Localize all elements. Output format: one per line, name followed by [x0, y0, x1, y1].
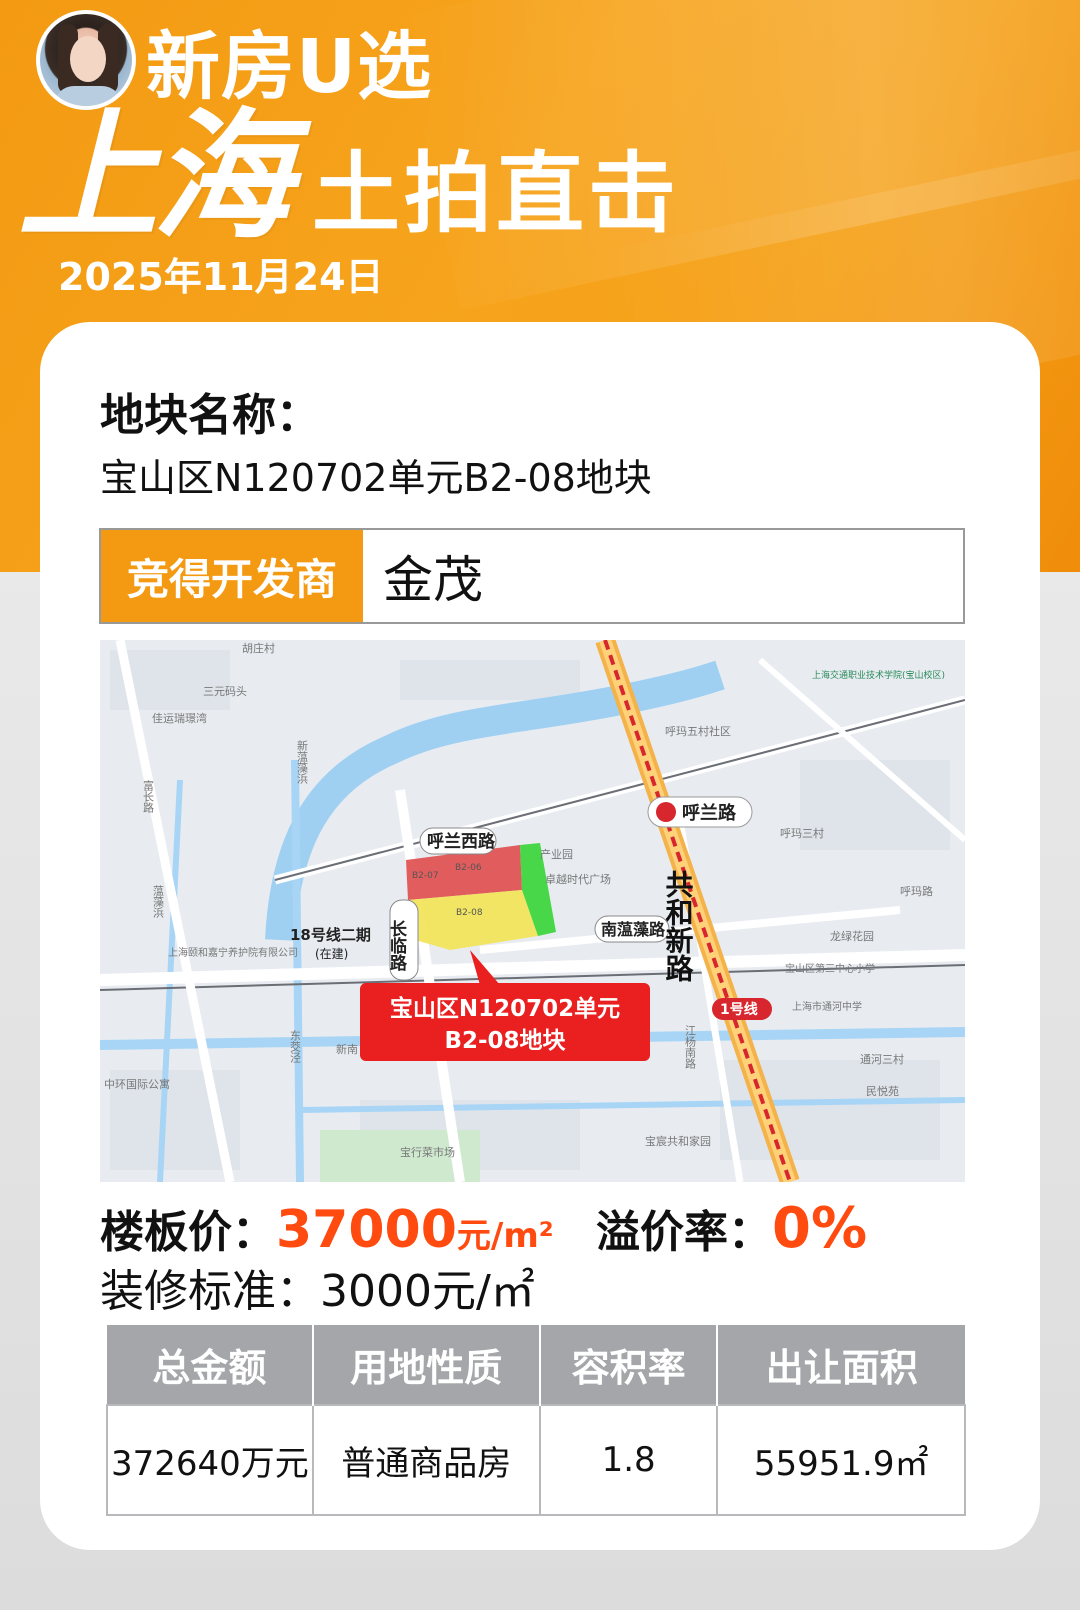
- land-info-table: 总金额 用地性质 容积率 出让面积 372640万元 普通商品房 1.8 559…: [106, 1325, 966, 1516]
- table-header: 用地性质: [312, 1325, 541, 1405]
- map-place-label: 新蕰藻浜: [296, 739, 309, 785]
- floor-price-label: 楼板价：: [100, 1207, 276, 1258]
- map-place-label: 通河三村: [860, 1052, 904, 1066]
- map-place-label: 宝山区第三中心小学: [785, 962, 875, 975]
- premium-label: 溢价率：: [596, 1207, 772, 1258]
- map-place-label: 东茭泾: [289, 1030, 302, 1063]
- map-place-label: 富长路: [142, 779, 155, 814]
- table-header: 容积率: [539, 1325, 719, 1405]
- plot-name-label: 地块名称：: [100, 390, 320, 441]
- map-place-label: 江杨南路: [684, 1025, 697, 1070]
- map-place-label: 民悦苑: [866, 1084, 899, 1098]
- map-place-label: 龙绿花园: [830, 929, 874, 943]
- map-place-label: 佳运瑞璟湾: [152, 711, 207, 725]
- table-cell-total-amount: 372640万元: [106, 1404, 314, 1516]
- map-place-label: 三元码头: [203, 685, 247, 698]
- developer-label: 竞得开发商: [101, 530, 363, 622]
- table-row: 372640万元 普通商品房 1.8 55951.9㎡: [106, 1404, 966, 1516]
- map-road-label: 呼兰西路: [427, 831, 496, 852]
- map-metro-label: 1号线: [720, 1001, 758, 1018]
- city-title: 上海: [18, 96, 292, 259]
- map-place-label: 卓越时代广场: [545, 872, 611, 886]
- map-place-label: 呼玛五村社区: [665, 724, 731, 738]
- map-place-label: 新南: [336, 1042, 358, 1056]
- map-metro-label: (在建): [315, 947, 348, 961]
- map-road-label: 长临路: [386, 919, 407, 972]
- map-parcel-label: B2-07: [412, 871, 439, 881]
- map-place-label: 呼玛路: [900, 885, 933, 898]
- plot-name-value: 宝山区N120702单元B2-08地块: [100, 456, 652, 500]
- developer-value: 金茂: [383, 551, 483, 609]
- map-place-label: 上海市通河中学: [792, 1000, 862, 1013]
- table-cell-land-use: 普通商品房: [311, 1404, 541, 1516]
- map-place-label: 宝行菜市场: [400, 1145, 455, 1159]
- map-metro-label: 18号线二期: [290, 926, 371, 944]
- map-place-label: 上海颐和嘉宁养护院有限公司: [168, 946, 298, 959]
- avatar: [36, 10, 136, 110]
- premium-value: 0%: [772, 1196, 868, 1261]
- table-cell-plot-ratio: 1.8: [538, 1404, 719, 1516]
- map-place-label: 上海交通职业技术学院(宝山校区): [812, 669, 945, 681]
- table-header: 总金额: [107, 1325, 314, 1405]
- report-date: 2025年11月24日: [58, 255, 384, 299]
- avatar-face: [70, 36, 106, 82]
- map-place-label: 呼玛三村: [780, 826, 824, 840]
- decoration-standard: 装修标准：3000元/㎡: [100, 1266, 535, 1317]
- map-parcel-label: B2-06: [455, 863, 482, 873]
- table-header-row: 总金额 用地性质 容积率 出让面积: [107, 1325, 965, 1405]
- floor-price-value: 37000: [276, 1200, 457, 1260]
- map-callout-line1: 宝山区N120702单元: [390, 995, 620, 1022]
- map-place-label: 产业园: [540, 847, 573, 861]
- floor-price-unit: 元/m²: [456, 1216, 554, 1256]
- map-place-label: 宝宸共和家园: [645, 1134, 711, 1148]
- developer-box: 竞得开发商 金茂: [99, 528, 965, 624]
- location-map[interactable]: B2-07 B2-06 B2-08 呼兰西路 长临路 南蕰藻路 共和新路 呼兰路…: [100, 640, 965, 1182]
- premium-row: 溢价率：0%: [596, 1196, 868, 1261]
- map-place-label: 胡庄村: [242, 641, 275, 655]
- table-header: 出让面积: [717, 1325, 965, 1405]
- table-cell-area: 55951.9㎡: [716, 1404, 966, 1516]
- map-road-label: 南蕰藻路: [601, 920, 666, 939]
- map-place-label: 中环国际公寓: [104, 1077, 170, 1091]
- floor-price-row: 楼板价：37000元/m²: [100, 1196, 554, 1260]
- map-place-label: 蕰藻浜: [152, 885, 165, 919]
- map-callout-line2: B2-08地块: [444, 1028, 565, 1054]
- page-subtitle: 土拍直击: [312, 142, 681, 245]
- map-canvas: B2-07 B2-06 B2-08 呼兰西路 长临路 南蕰藻路 共和新路 呼兰路…: [100, 640, 965, 1182]
- map-station-label: 呼兰路: [682, 802, 737, 824]
- map-road-label: 共和新路: [662, 870, 695, 982]
- map-parcel-label: B2-08: [456, 908, 483, 918]
